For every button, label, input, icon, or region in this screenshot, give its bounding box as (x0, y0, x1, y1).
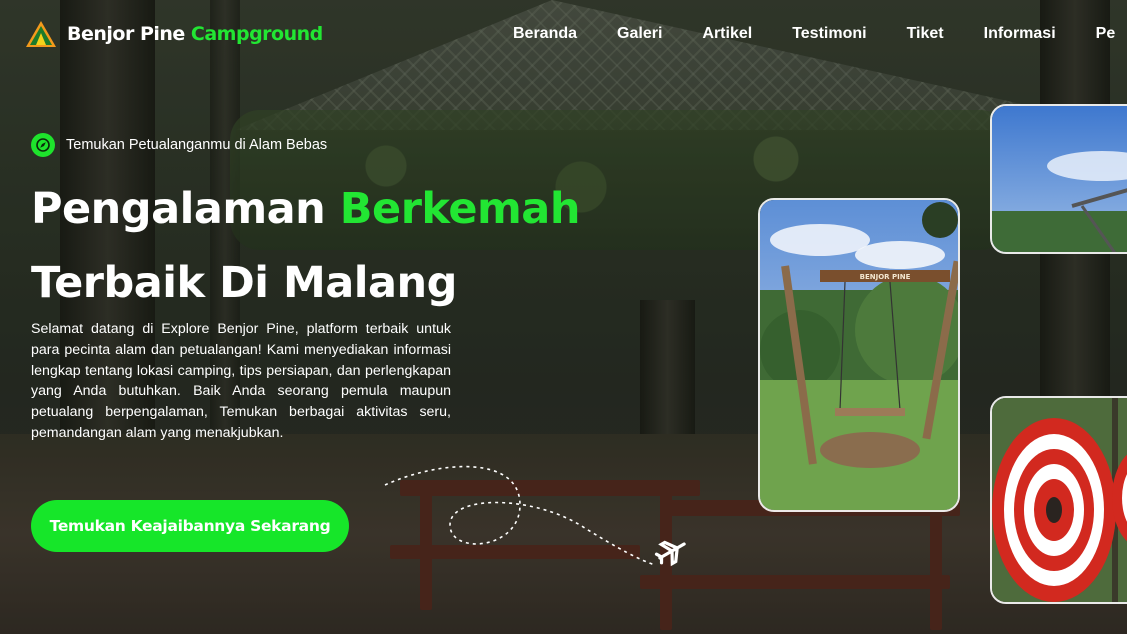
hero-headline-part1: Pengalaman (31, 184, 340, 234)
photo-card-sky (990, 104, 1127, 254)
swing-photo: BENJOR PINE (760, 200, 958, 510)
hero-badge: Temukan Petualanganmu di Alam Bebas (31, 133, 327, 157)
compass-icon (31, 133, 55, 157)
hero-description: Selamat datang di Explore Benjor Pine, p… (31, 321, 451, 441)
nav-item-galeri[interactable]: Galeri (617, 25, 662, 43)
brand-logo[interactable]: Benjor Pine Campground (25, 20, 323, 48)
hero-badge-text: Temukan Petualanganmu di Alam Bebas (66, 137, 328, 153)
nav-item-testimoni[interactable]: Testimoni (792, 25, 866, 43)
hero-headline-accent: Berkemah (339, 184, 581, 234)
site-header: Benjor Pine Campground Beranda Galeri Ar… (0, 0, 1127, 70)
photo-card-archery-target (990, 396, 1127, 604)
archery-target-photo (992, 398, 1127, 602)
brand-name-part2: Campground (190, 23, 323, 45)
cta-button[interactable]: Temukan Keajaibannya Sekarang (31, 500, 349, 552)
brand-name-part1: Benjor Pine (67, 23, 185, 45)
nav-item-truncated[interactable]: Pe (1096, 25, 1116, 43)
main-navigation: Beranda Galeri Artikel Testimoni Tiket I… (513, 25, 1127, 43)
nav-item-informasi[interactable]: Informasi (984, 25, 1056, 43)
nav-item-artikel[interactable]: Artikel (702, 25, 752, 43)
flight-path-decoration (384, 465, 686, 567)
hero-headline-part2: Terbaik Di Malang (31, 258, 457, 308)
brand-name: Benjor Pine Campground (67, 23, 323, 45)
nav-item-tiket[interactable]: Tiket (907, 25, 944, 43)
airplane-icon (654, 540, 686, 567)
swing-sign-text: BENJOR PINE (860, 273, 911, 281)
nav-item-beranda[interactable]: Beranda (513, 25, 577, 43)
sky-photo (992, 106, 1127, 252)
tent-icon (25, 20, 57, 48)
hero-headline: Pengalaman Berkemah Terbaik Di Malang (31, 172, 671, 320)
photo-card-swing: BENJOR PINE (758, 198, 960, 512)
